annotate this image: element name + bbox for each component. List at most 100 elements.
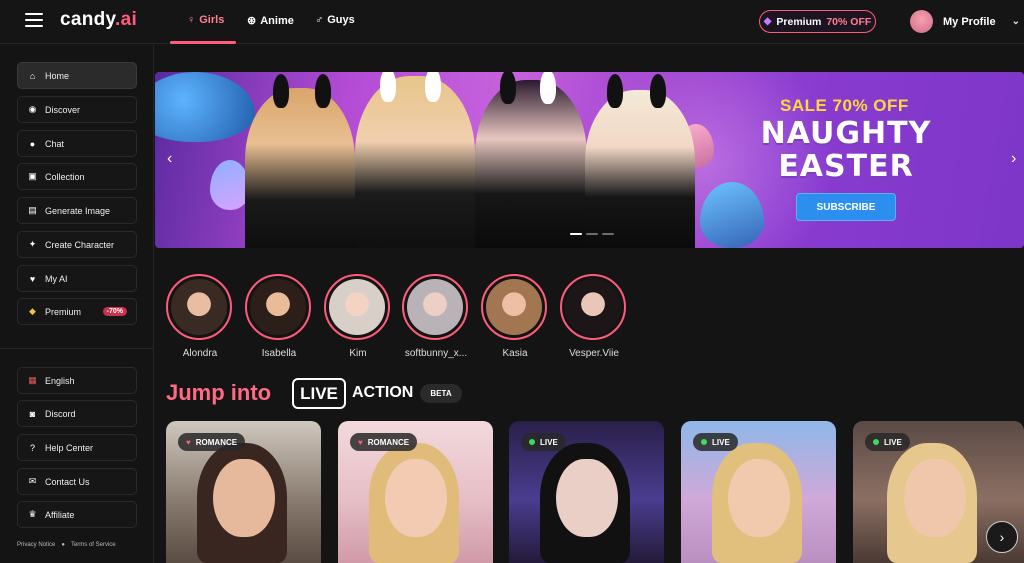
story-ring bbox=[402, 274, 468, 340]
character-card[interactable]: LIVE bbox=[509, 421, 664, 563]
character-card[interactable]: ♥ ROMANCE bbox=[338, 421, 493, 563]
sidebar: ⌂ Home ◉ Discover ● Chat ▣ Collection ▤ Gener… bbox=[0, 45, 154, 563]
live-label: LIVE bbox=[292, 378, 346, 409]
sidebar-item-label: Create Character bbox=[45, 239, 115, 250]
story-name: Alondra bbox=[182, 348, 218, 359]
model-image bbox=[585, 90, 695, 248]
sidebar-item-premium[interactable]: ◆ Premium -70% bbox=[17, 298, 137, 325]
sidebar-item-contact-us[interactable]: ✉ Contact Us bbox=[17, 468, 137, 495]
sidebar-item-label: Discover bbox=[45, 104, 81, 115]
story-avatar bbox=[250, 279, 306, 335]
avatar bbox=[910, 10, 933, 33]
separator-dot: ● bbox=[61, 542, 65, 548]
bunny-ear-image bbox=[380, 72, 396, 102]
sidebar-item-help-center[interactable]: ? Help Center bbox=[17, 434, 137, 461]
flag-icon: ▦ bbox=[28, 375, 37, 385]
profile-menu[interactable]: My Profile ⌄ bbox=[910, 10, 1020, 33]
logo-ai-text: .ai bbox=[115, 9, 138, 30]
discount-badge: -70% bbox=[102, 307, 127, 316]
sidebar-item-label: English bbox=[45, 375, 75, 386]
story-item[interactable]: Vesper.Viie bbox=[560, 274, 628, 359]
sidebar-item-create-character[interactable]: ✦ Create Character bbox=[17, 231, 137, 258]
banner-headline-line1: NAUGHTY bbox=[760, 116, 932, 151]
story-item[interactable]: Alondra bbox=[166, 274, 234, 359]
sidebar-item-label: Chat bbox=[45, 138, 65, 149]
section-title: Jump into bbox=[166, 380, 272, 405]
chevron-down-icon: ⌄ bbox=[1011, 16, 1020, 27]
promo-banner[interactable]: SALE 70% OFF NAUGHTY EASTER SUBSCRIBE ‹ … bbox=[155, 72, 1024, 248]
carousel-dot[interactable] bbox=[602, 233, 614, 235]
card-tag-label: LIVE bbox=[884, 437, 902, 447]
story-item[interactable]: softbunny_x... bbox=[402, 274, 470, 359]
sidebar-item-label: Premium bbox=[45, 306, 82, 317]
story-avatar bbox=[171, 279, 227, 335]
chat-icon: ● bbox=[29, 138, 36, 149]
beta-badge: BETA bbox=[420, 384, 462, 403]
carousel-dot[interactable] bbox=[586, 233, 598, 235]
chevron-right-icon[interactable]: › bbox=[1011, 150, 1016, 168]
carousel-dot[interactable] bbox=[570, 233, 582, 235]
banner-headline: NAUGHTY EASTER bbox=[751, 117, 941, 183]
logo[interactable]: candy.ai bbox=[60, 9, 137, 31]
model-image bbox=[245, 88, 355, 248]
privacy-link[interactable]: Privacy Notice bbox=[17, 542, 55, 548]
chevron-left-icon[interactable]: ‹ bbox=[167, 150, 172, 168]
anime-icon: ⊛ bbox=[247, 15, 257, 27]
tab-anime-label: Anime bbox=[260, 14, 294, 27]
trophy-icon: ♛ bbox=[28, 509, 37, 519]
card-image bbox=[727, 459, 790, 537]
bunny-ear-image bbox=[273, 74, 289, 108]
sidebar-item-my-ai[interactable]: ♥ My AI bbox=[17, 265, 137, 292]
character-card[interactable]: ♥ ROMANCE bbox=[166, 421, 321, 563]
premium-discount: 70% OFF bbox=[826, 15, 872, 28]
heart-icon: ♥ bbox=[29, 273, 36, 284]
story-ring bbox=[481, 274, 547, 340]
sidebar-item-affiliate[interactable]: ♛ Affiliate bbox=[17, 501, 137, 528]
heart-icon: ♥ bbox=[186, 437, 191, 447]
profile-label: My Profile bbox=[943, 15, 996, 28]
diamond-icon: ◆ bbox=[763, 16, 772, 27]
character-card[interactable]: LIVE bbox=[681, 421, 836, 563]
hamburger-menu-icon[interactable] bbox=[25, 13, 43, 27]
carousel-dots bbox=[570, 233, 614, 235]
card-tag-label: ROMANCE bbox=[195, 437, 238, 447]
tab-girls[interactable]: ♀ Girls bbox=[187, 14, 224, 26]
sale-text: SALE 70% OFF bbox=[780, 96, 909, 115]
story-item[interactable]: Kasia bbox=[481, 274, 549, 359]
sidebar-item-home[interactable]: ⌂ Home bbox=[17, 62, 137, 89]
story-name: Kim bbox=[349, 348, 367, 359]
sidebar-item-label: Generate Image bbox=[45, 205, 111, 216]
next-cards-button[interactable]: › bbox=[986, 521, 1018, 553]
sidebar-item-label: Discord bbox=[45, 408, 76, 419]
story-avatar bbox=[565, 279, 621, 335]
male-icon: ♂ bbox=[315, 14, 324, 26]
story-item[interactable]: Isabella bbox=[245, 274, 313, 359]
tab-guys[interactable]: ♂ Guys bbox=[315, 14, 355, 26]
model-image bbox=[355, 76, 475, 248]
story-ring bbox=[324, 274, 390, 340]
sidebar-item-english[interactable]: ▦ English bbox=[17, 367, 137, 394]
action-label: ACTION bbox=[352, 384, 414, 401]
subscribe-button[interactable]: SUBSCRIBE bbox=[796, 193, 896, 221]
card-image bbox=[212, 459, 275, 537]
card-image bbox=[904, 459, 967, 537]
tab-anime[interactable]: ⊛ Anime bbox=[247, 14, 294, 28]
premium-button[interactable]: ◆ Premium 70% OFF bbox=[759, 10, 876, 33]
sidebar-item-discord[interactable]: ◙ Discord bbox=[17, 400, 137, 427]
premium-label: Premium bbox=[776, 15, 822, 28]
sidebar-item-generate-image[interactable]: ▤ Generate Image bbox=[17, 197, 137, 224]
bunny-ear-image bbox=[425, 72, 441, 102]
sidebar-item-collection[interactable]: ▣ Collection bbox=[17, 163, 137, 190]
card-tag-label: LIVE bbox=[540, 437, 558, 447]
easter-egg-image bbox=[210, 160, 250, 210]
story-name: Vesper.Viie bbox=[569, 348, 619, 359]
card-tag: LIVE bbox=[865, 433, 910, 451]
bunny-ear-image bbox=[650, 74, 666, 108]
story-avatar bbox=[486, 279, 542, 335]
story-ring bbox=[166, 274, 232, 340]
story-item[interactable]: Kim bbox=[324, 274, 392, 359]
sidebar-item-label: Contact Us bbox=[45, 476, 90, 487]
terms-link[interactable]: Terms of Service bbox=[71, 542, 116, 548]
sidebar-item-chat[interactable]: ● Chat bbox=[17, 130, 137, 157]
sidebar-item-discover[interactable]: ◉ Discover bbox=[17, 96, 137, 123]
